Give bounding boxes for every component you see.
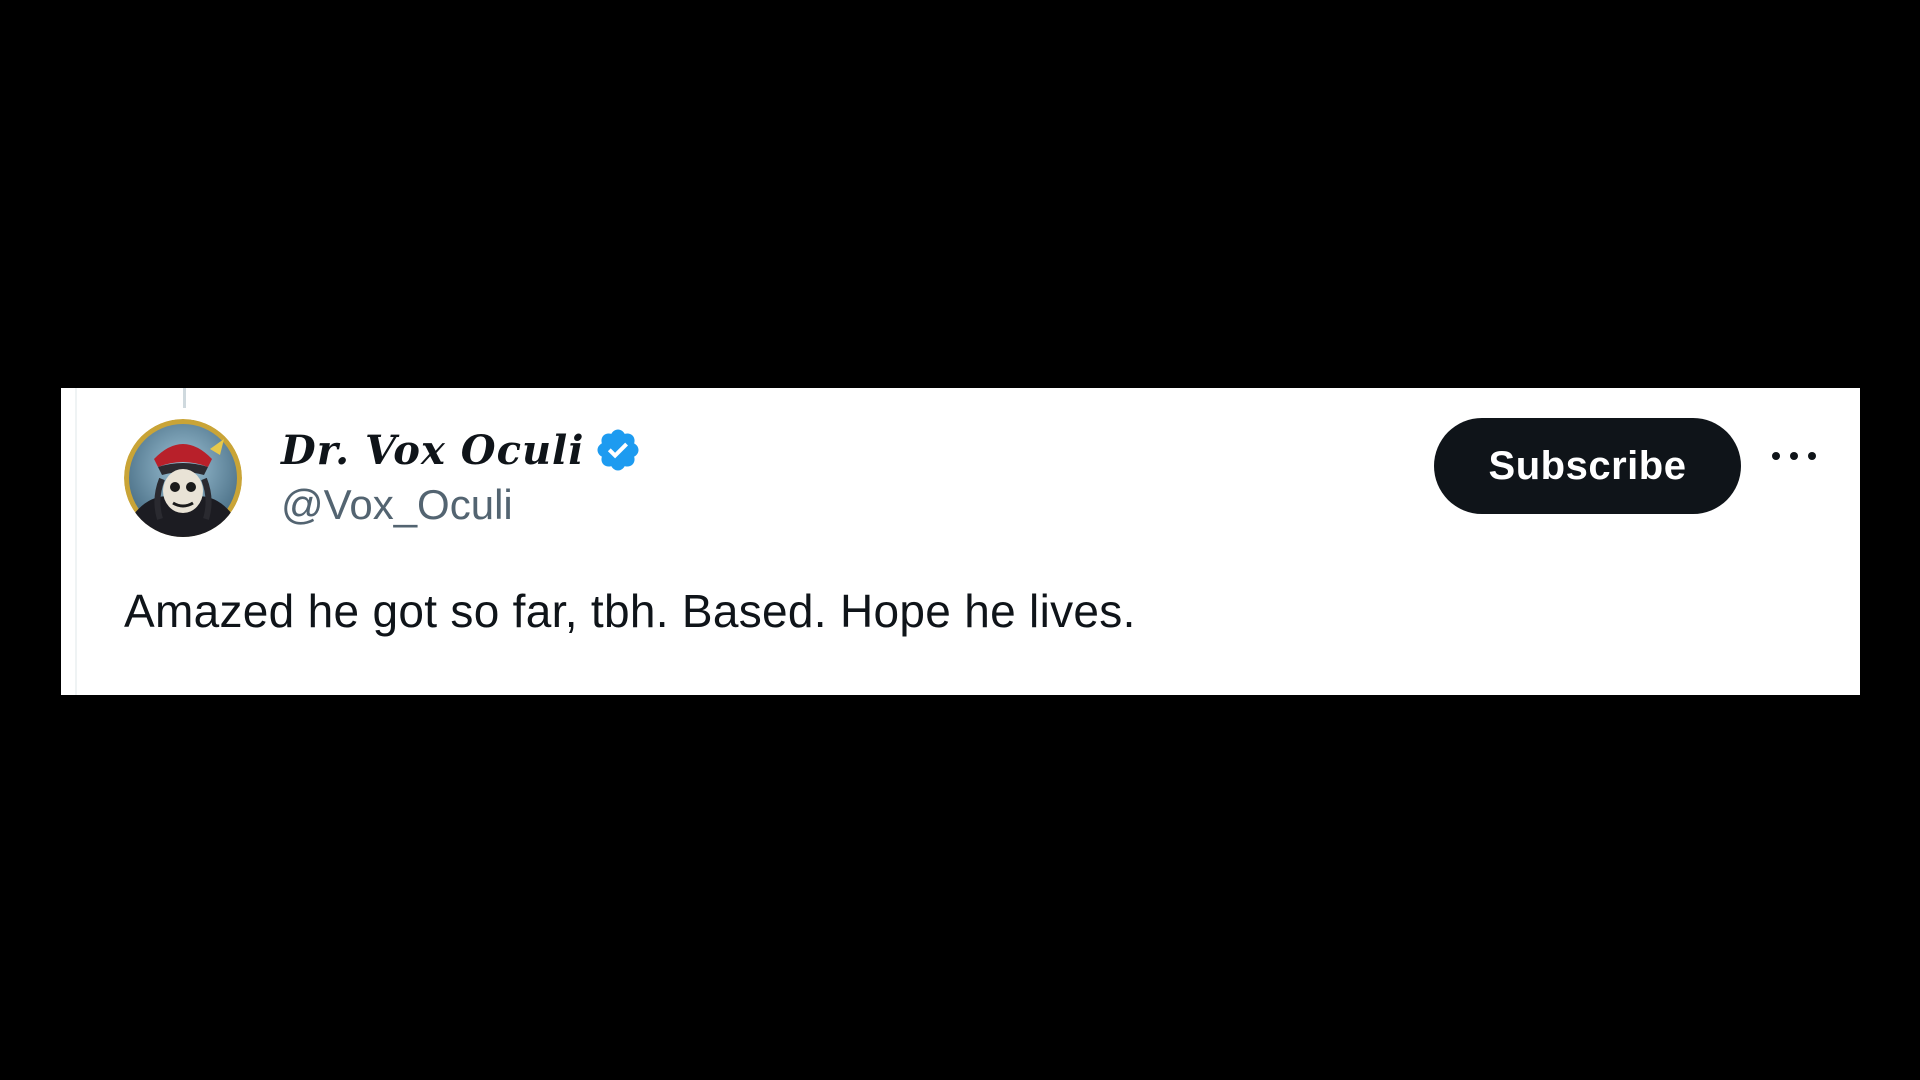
tweet-card[interactable]: Dr. Vox Oculi @Vox_Oculi Subscribe Amaze… <box>61 388 1860 695</box>
author-name-row[interactable]: Dr. Vox Oculi <box>281 424 642 476</box>
display-name[interactable]: Dr. Vox Oculi <box>281 427 584 474</box>
timeline-divider <box>75 388 77 695</box>
more-horizontal-icon[interactable] <box>1766 432 1822 480</box>
author-handle[interactable]: @Vox_Oculi <box>281 481 513 529</box>
subscribe-button[interactable]: Subscribe <box>1434 418 1741 514</box>
pirate-skull-avatar-icon <box>124 419 242 537</box>
avatar[interactable] <box>124 419 242 537</box>
thread-connector-line <box>183 388 186 408</box>
tweet-text: Amazed he got so far, tbh. Based. Hope h… <box>124 585 1136 637</box>
verified-badge-icon <box>597 429 639 471</box>
